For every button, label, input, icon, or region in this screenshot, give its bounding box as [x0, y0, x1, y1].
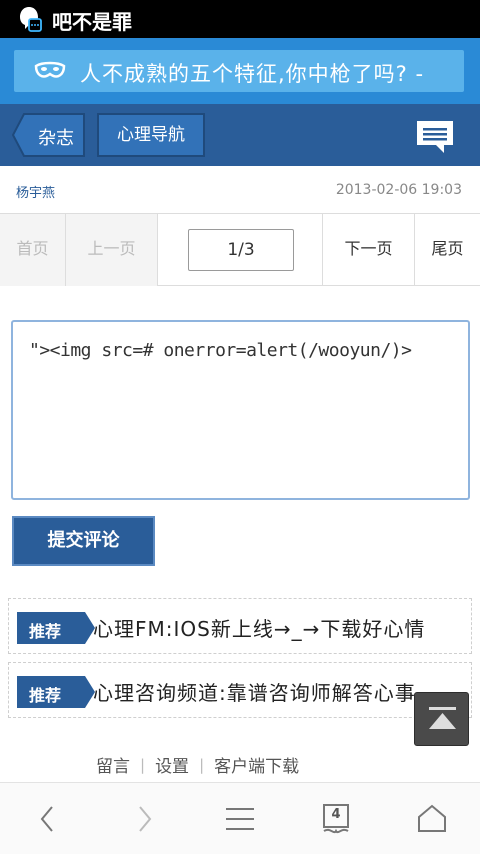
submit-comment-button[interactable]: 提交评论: [12, 516, 155, 566]
first-page-button[interactable]: 首页: [0, 214, 66, 286]
page-number-box[interactable]: 1/3: [188, 229, 294, 271]
last-page-button[interactable]: 尾页: [415, 214, 480, 286]
headline-banner[interactable]: 人不成熟的五个特征,你中枪了吗? -: [14, 50, 464, 92]
pagination: 首页 上一页 1/3 下一页 尾页: [0, 214, 480, 286]
footer-link-message[interactable]: 留言: [96, 752, 130, 777]
browser-toolbar: 4: [0, 782, 480, 854]
app-title: 吧不是罪: [52, 10, 132, 34]
recommend-text: 心理FM:IOS新上线→_→下载好心情: [93, 617, 426, 641]
back-to-magazine-button[interactable]: 杂志: [12, 113, 86, 157]
navigation-bar: 杂志 心理导航: [0, 104, 480, 166]
recommend-tag: 推荐: [17, 612, 95, 644]
article-meta: 杨宇燕 2013-02-06 19:03: [0, 166, 480, 214]
publish-date: 2013-02-06 19:03: [335, 182, 462, 198]
recommend-tag: 推荐: [17, 676, 95, 708]
recommend-tag-label: 推荐: [29, 622, 62, 641]
footer-link-client-download[interactable]: 客户端下载: [214, 752, 299, 777]
tabs-icon[interactable]: 4: [314, 797, 358, 841]
mask-icon: [34, 61, 66, 78]
footer-link-settings[interactable]: 设置: [155, 752, 189, 777]
top-banner-area: 人不成熟的五个特征,你中枪了吗? -: [0, 38, 480, 104]
comment-input[interactable]: "><img src=# onerror=alert(/wooyun/)>: [11, 320, 470, 500]
previous-page-button[interactable]: 上一页: [66, 214, 158, 286]
recommend-item[interactable]: 推荐 心理FM:IOS新上线→_→下载好心情: [8, 598, 472, 654]
divider: |: [140, 755, 146, 774]
page-indicator-cell: 1/3: [158, 214, 323, 286]
banner-text: 人不成熟的五个特征,你中枪了吗? -: [80, 62, 425, 86]
footer-links: 留言 | 设置 | 客户端下载: [96, 752, 299, 778]
recommend-tag-label: 推荐: [29, 686, 62, 705]
home-icon[interactable]: [410, 797, 454, 841]
divider: |: [199, 755, 205, 774]
author-name: 杨宇燕: [16, 186, 56, 201]
status-bar: 吧不是罪: [0, 0, 480, 38]
tabs-count: 4: [331, 807, 341, 822]
back-icon[interactable]: [26, 797, 70, 841]
arrow-up-icon: [429, 707, 456, 729]
forward-icon[interactable]: [122, 797, 166, 841]
comment-icon[interactable]: [414, 118, 456, 156]
back-to-top-button[interactable]: [414, 692, 469, 746]
menu-icon[interactable]: [218, 797, 262, 841]
next-page-button[interactable]: 下一页: [323, 214, 415, 286]
recommend-text: 心理咨询频道:靠谱咨询师解答心事: [93, 681, 416, 705]
psychology-nav-button[interactable]: 心理导航: [97, 113, 205, 157]
back-button-label: 杂志: [38, 128, 74, 149]
app-notification-icon: [20, 7, 42, 32]
recommend-item[interactable]: 推荐 心理咨询频道:靠谱咨询师解答心事: [8, 662, 472, 718]
